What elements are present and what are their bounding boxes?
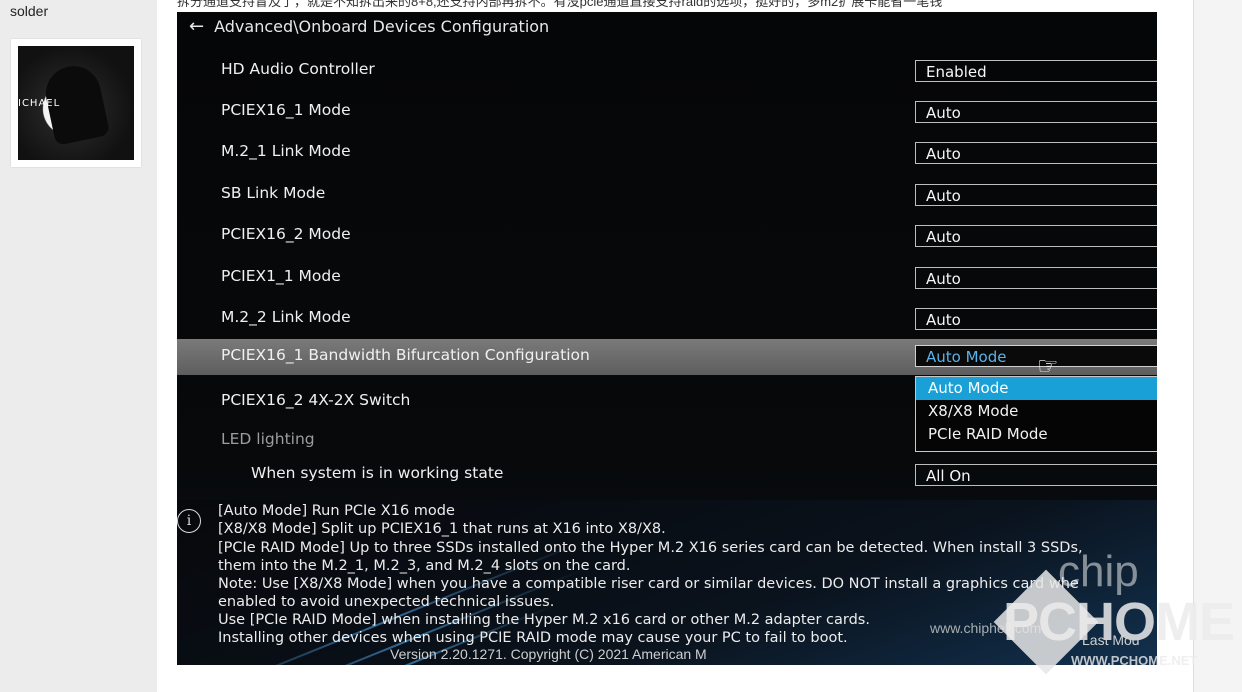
arrow-left-icon[interactable]: ←	[189, 16, 204, 37]
setting-row-pciex16-2-mode[interactable]: PCIEX16_2 Mode Auto	[177, 217, 1157, 251]
hand-cursor-icon: ☞	[1037, 352, 1059, 380]
setting-row-pciex16-1-mode[interactable]: PCIEX16_1 Mode Auto	[177, 93, 1157, 127]
setting-value[interactable]: Auto	[915, 225, 1157, 247]
setting-value[interactable]: Auto	[915, 142, 1157, 164]
setting-label: When system is in working state	[251, 464, 504, 482]
setting-value[interactable]: All On	[915, 464, 1157, 486]
help-line: [X8/X8 Mode] Split up PCIEX16_1 that run…	[218, 521, 666, 537]
setting-row-pciex1-1-mode[interactable]: PCIEX1_1 Mode Auto	[177, 259, 1157, 293]
logo-chip-text: chip	[1058, 547, 1139, 596]
bios-version: Version 2.20.1271. Copyright (C) 2021 Am…	[390, 646, 707, 662]
dropdown-option-auto[interactable]: Auto Mode	[916, 377, 1157, 400]
help-line: them into the M.2_1, M.2_3, and M.2_4 sl…	[218, 558, 631, 574]
setting-row-m2-1-link[interactable]: M.2_1 Link Mode Auto	[177, 134, 1157, 168]
dropdown-option-x8x8[interactable]: X8/X8 Mode	[916, 400, 1157, 423]
setting-label: M.2_1 Link Mode	[221, 142, 351, 160]
bifurcation-dropdown[interactable]: Auto Mode X8/X8 Mode PCIe RAID Mode	[915, 376, 1157, 452]
setting-label: HD Audio Controller	[221, 60, 375, 78]
dropdown-option-pcie-raid[interactable]: PCIe RAID Mode	[916, 423, 1157, 446]
setting-row-hd-audio[interactable]: HD Audio Controller Enabled	[177, 52, 1157, 86]
setting-label: PCIEX16_1 Bandwidth Bifurcation Configur…	[221, 346, 590, 364]
user-sidebar: solder ICHAEL	[0, 0, 157, 692]
setting-label: PCIEX16_2 4X-2X Switch	[221, 391, 411, 409]
bios-header-title: Advanced\Onboard Devices Configuration	[214, 17, 550, 36]
avatar-text: ICHAEL	[18, 98, 61, 109]
setting-label: PCIEX1_1 Mode	[221, 267, 341, 285]
setting-value[interactable]: Auto	[915, 101, 1157, 123]
help-line: [PCIe RAID Mode] Up to three SSDs instal…	[218, 540, 1083, 556]
bios-header: ← Advanced\Onboard Devices Configuration	[189, 16, 549, 37]
setting-label: SB Link Mode	[221, 184, 326, 202]
logo-url-text: WWW.PCHOME.NET	[1071, 653, 1198, 668]
info-icon: i	[177, 509, 201, 533]
pchome-logo: chip PCHOME WWW.PCHOME.NET	[993, 547, 1235, 675]
setting-row-sb-link[interactable]: SB Link Mode Auto	[177, 176, 1157, 210]
setting-value-selected[interactable]: Auto Mode	[915, 345, 1157, 367]
help-line: Installing other devices when using PCIE…	[218, 630, 848, 646]
help-line: Note: Use [X8/X8 Mode] when you have a c…	[218, 576, 1079, 592]
avatar-image: ICHAEL	[18, 46, 134, 160]
help-line: [Auto Mode] Run PCIe X16 mode	[218, 503, 455, 519]
setting-value[interactable]: Auto	[915, 184, 1157, 206]
setting-label: PCIEX16_1 Mode	[221, 101, 351, 119]
setting-label: M.2_2 Link Mode	[221, 308, 351, 326]
avatar[interactable]: ICHAEL	[11, 39, 141, 167]
setting-row-m2-2-link[interactable]: M.2_2 Link Mode Auto	[177, 300, 1157, 334]
help-line: enabled to avoid unexpected technical is…	[218, 594, 555, 610]
section-label: LED lighting	[221, 430, 315, 448]
username[interactable]: solder	[10, 3, 48, 19]
setting-row-working-state[interactable]: When system is in working state All On	[177, 456, 1157, 490]
setting-value[interactable]: Auto	[915, 267, 1157, 289]
setting-row-bifurcation[interactable]: PCIEX16_1 Bandwidth Bifurcation Configur…	[177, 339, 1157, 375]
setting-value[interactable]: Auto	[915, 308, 1157, 330]
help-line: Use [PCIe RAID Mode] when installing the…	[218, 612, 870, 628]
setting-value[interactable]: Enabled	[915, 60, 1157, 82]
setting-label: PCIEX16_2 Mode	[221, 225, 351, 243]
post-text: 拆分通道支持冒及了，就是不知拆出来的8+8,还支持内部再拆不。有没pcie通道直…	[177, 0, 943, 9]
last-modified: Last Mod	[1082, 632, 1140, 648]
